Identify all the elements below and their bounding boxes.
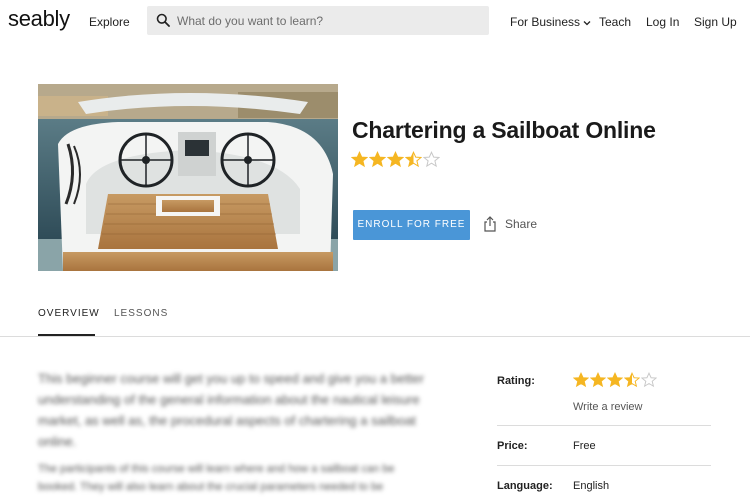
language-label: Language: xyxy=(497,480,553,492)
chevron-down-icon xyxy=(583,20,591,26)
star-icon xyxy=(641,372,657,388)
language-value: English xyxy=(573,480,610,492)
star-icon xyxy=(351,151,368,168)
course-cover-image xyxy=(38,84,338,271)
for-business-label: For Business xyxy=(510,15,581,29)
signup-link[interactable]: Sign Up xyxy=(694,15,737,29)
top-navigation: seably Explore For Business Teach Log In… xyxy=(0,0,750,42)
login-link[interactable]: Log In xyxy=(646,15,679,29)
rating-label: Rating: xyxy=(497,375,535,387)
active-tab-indicator xyxy=(38,334,95,336)
course-tabs: OVERVIEW LESSONS xyxy=(0,296,750,337)
language-row: Language: English xyxy=(497,466,711,500)
share-icon xyxy=(484,216,496,232)
rating-row: Rating: Write a review xyxy=(497,368,711,426)
description-paragraph: The participants of this course will lea… xyxy=(38,463,395,493)
price-label: Price: xyxy=(497,440,528,452)
course-description: This beginner course will get you up to … xyxy=(38,368,428,500)
star-icon xyxy=(405,151,422,168)
for-business-menu[interactable]: For Business xyxy=(510,15,591,29)
course-title: Chartering a Sailboat Online xyxy=(352,117,656,143)
rating-stars-input[interactable] xyxy=(573,372,658,388)
star-icon xyxy=(607,372,623,388)
description-paragraph: This beginner course will get you up to … xyxy=(38,371,424,449)
star-icon xyxy=(624,372,640,388)
star-icon xyxy=(423,151,440,168)
search-icon xyxy=(156,13,170,27)
search-bar[interactable] xyxy=(147,6,489,35)
course-info-panel: Rating: Write a review Price: Free Langu… xyxy=(497,368,711,500)
tab-overview[interactable]: OVERVIEW xyxy=(38,308,100,319)
star-icon xyxy=(369,151,386,168)
teach-link[interactable]: Teach xyxy=(599,15,631,29)
star-icon xyxy=(590,372,606,388)
explore-link[interactable]: Explore xyxy=(89,15,130,29)
share-button[interactable]: Share xyxy=(483,216,537,232)
star-icon xyxy=(573,372,589,388)
price-value: Free xyxy=(573,440,596,452)
tab-lessons[interactable]: LESSONS xyxy=(114,308,168,319)
course-rating-stars xyxy=(351,151,441,168)
price-row: Price: Free xyxy=(497,426,711,466)
star-icon xyxy=(387,151,404,168)
seably-logo[interactable]: seably xyxy=(8,6,70,32)
enroll-button[interactable]: ENROLL FOR FREE xyxy=(353,210,470,240)
write-review-link[interactable]: Write a review xyxy=(573,401,642,413)
search-input[interactable] xyxy=(177,12,477,29)
share-label: Share xyxy=(505,217,538,231)
